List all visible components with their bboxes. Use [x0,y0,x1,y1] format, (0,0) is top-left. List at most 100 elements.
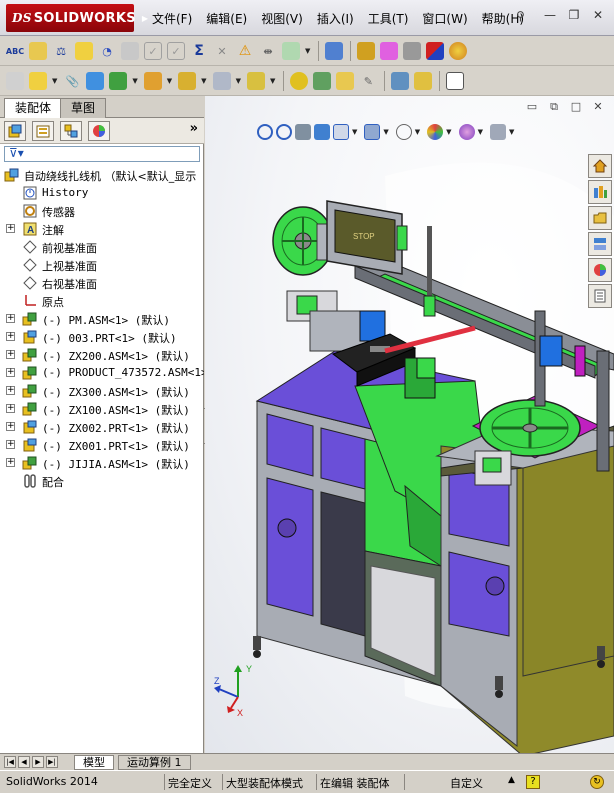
file-explorer-icon[interactable] [588,206,612,230]
display-manager-icon[interactable] [88,121,110,141]
exploded-view-icon[interactable] [178,72,197,90]
configuration-manager-icon[interactable] [60,121,82,141]
expand-icon[interactable]: + [6,404,15,413]
mate-icon[interactable]: 📎 [63,72,81,90]
expand-icon[interactable]: + [6,224,15,233]
solidworks-logo[interactable]: DS SOLIDWORKS ▶ [6,4,148,32]
chevron-down-icon[interactable]: ▼ [167,77,172,85]
view-icon[interactable] [446,72,465,90]
move-component-icon[interactable] [143,72,162,90]
section-properties-icon[interactable] [75,42,93,60]
rebuild-status-icon[interactable]: ↻ [590,775,604,789]
tree-item[interactable]: + (-) ZX200.ASM<1> (默认) [0,346,204,364]
menu-edit[interactable]: 编辑(E) [206,10,247,27]
tree-item[interactable]: 原点 [0,292,204,310]
linear-pattern-icon[interactable] [86,72,105,90]
align-icon[interactable]: ⇹ [259,42,277,60]
note-icon[interactable] [414,72,433,90]
reference-geometry-icon[interactable] [246,72,265,90]
graphics-viewport[interactable]: ▭ ⧉ □ ✕ ▼ ▼ ▼ ▼ ▼ ▼ STOP Y Z X [205,96,614,753]
tree-item[interactable]: 右视基准面 [0,274,204,292]
view-palette-icon[interactable] [588,232,612,256]
menu-window[interactable]: 窗口(W) [422,10,467,27]
mass-properties-icon[interactable]: ⚖ [52,42,70,60]
tab-assembly[interactable]: 装配体 [4,98,63,119]
tree-item[interactable]: 前视基准面 [0,238,204,256]
tree-item[interactable]: + (-) ZX002.PRT<1> (默认) [0,418,204,436]
photo-icon[interactable] [449,42,468,60]
chevron-down-icon[interactable]: ▼ [132,77,137,85]
settings-icon[interactable] [336,72,355,90]
assembly-features-icon[interactable] [212,72,231,90]
check-icon[interactable]: ✓ [167,42,185,60]
home-icon[interactable] [588,154,612,178]
tree-item[interactable]: + (-) ZX300.ASM<1> (默认) [0,382,204,400]
color-icon[interactable] [357,42,376,60]
expand-icon[interactable]: + [6,332,15,341]
minimize-icon[interactable]: — [540,7,560,25]
expand-panel-icon[interactable]: » [190,121,198,136]
status-units[interactable]: 自定义 [450,775,483,791]
tree-item[interactable]: + (-) ZX001.PRT<1> (默认) [0,436,204,454]
render-icon[interactable] [403,42,422,60]
rebuild-icon[interactable] [282,42,300,60]
appearances-icon[interactable] [588,258,612,282]
expand-icon[interactable]: + [6,350,15,359]
tree-item[interactable]: History [0,184,204,202]
filter-input[interactable]: ⊽▾ [4,146,200,162]
measure-icon[interactable] [29,42,47,60]
smart-fasteners-icon[interactable] [109,72,128,90]
color-swatch-icon[interactable] [426,42,445,60]
property-manager-icon[interactable] [32,121,54,141]
performance-eval-icon[interactable]: ◔ [98,42,116,60]
expand-icon[interactable]: + [6,368,15,377]
tree-item[interactable]: + (-) JIJIA.ASM<1> (默认) [0,454,204,472]
tree-item[interactable]: 上视基准面 [0,256,204,274]
tab-motion-study[interactable]: 运动算例 1 [118,755,191,770]
pin-menu-icon[interactable]: ⚲ [516,9,525,23]
insert-component-icon[interactable] [6,72,24,90]
expand-icon[interactable]: + [6,386,15,395]
expand-icon[interactable]: + [6,422,15,431]
tree-item[interactable]: 配合 [0,472,204,490]
appearance-icon[interactable] [380,42,399,60]
drawing-icon[interactable] [391,72,410,90]
sketch-icon[interactable]: ✎ [359,72,377,90]
spell-check-icon[interactable]: ABC [6,42,24,60]
help-icon[interactable]: ? [526,775,540,789]
menu-tools[interactable]: 工具(T) [368,10,409,27]
chevron-down-icon[interactable]: ▼ [305,47,310,55]
feature-manager-icon[interactable] [4,121,26,141]
chevron-down-icon[interactable]: ▼ [270,77,275,85]
tab-model[interactable]: 模型 [74,755,114,770]
configurations-icon[interactable] [290,72,309,90]
tree-root-assembly[interactable]: 自动绕线扎线机 （默认<默认_显示 [0,166,204,184]
new-part-icon[interactable] [29,72,47,90]
table-icon[interactable] [325,42,344,60]
bom-icon[interactable] [313,72,332,90]
warning-icon[interactable]: ⚠ [236,42,254,60]
tree-item[interactable]: + (-) ZX100.ASM<1> (默认) [0,400,204,418]
chevron-down-icon[interactable]: ▼ [201,77,206,85]
chevron-down-icon[interactable]: ▼ [52,77,57,85]
tree-item[interactable]: + A 注解 [0,220,204,238]
menu-view[interactable]: 视图(V) [261,10,303,27]
tab-sketch[interactable]: 草图 [60,98,107,118]
status-mode[interactable]: 大型装配体模式 [226,775,303,791]
check-icon[interactable]: ✓ [144,42,162,60]
next-tab-icon[interactable]: ▶ [32,756,44,768]
menu-insert[interactable]: 插入(I) [317,10,354,27]
first-tab-icon[interactable]: |◀ [4,756,16,768]
tree-item[interactable]: + (-) 003.PRT<1> (默认) [0,328,204,346]
tree-item[interactable]: + (-) PM.ASM<1> (默认) [0,310,204,328]
tree-item[interactable]: + (-) PRODUCT_473572.ASM<1> [0,364,204,382]
close-icon[interactable]: ✕ [588,7,608,25]
expand-icon[interactable]: + [6,314,15,323]
sum-equations-icon[interactable]: Σ [190,42,208,60]
prev-tab-icon[interactable]: ◀ [18,756,30,768]
hole-align-icon[interactable] [121,42,139,60]
menu-file[interactable]: 文件(F) [152,10,192,27]
last-tab-icon[interactable]: ▶| [46,756,58,768]
restore-icon[interactable]: ❐ [564,7,584,25]
design-library-icon[interactable] [588,180,612,204]
